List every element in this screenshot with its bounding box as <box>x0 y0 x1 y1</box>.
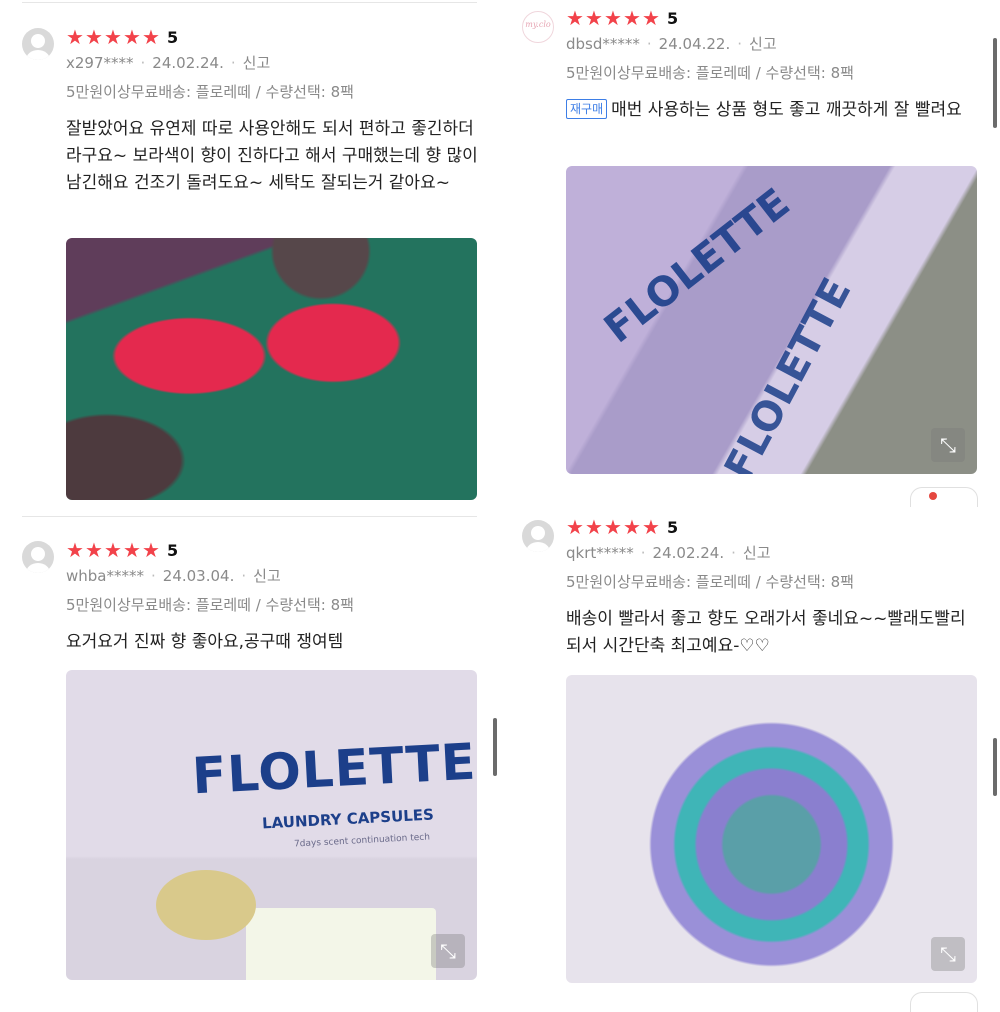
star-icon: ★ <box>66 25 84 49</box>
star-icon: ★ <box>142 538 160 562</box>
repurchase-badge: 재구매 <box>566 99 608 119</box>
star-icon: ★ <box>123 25 141 49</box>
rating-score: 5 <box>667 518 679 537</box>
product-brand: FLOLETTE <box>190 732 477 806</box>
product-brand: FLOLETTE <box>596 179 799 353</box>
expand-icon[interactable]: ⤡ <box>931 937 965 971</box>
review-text: 재구매 매번 사용하는 상품 형도 좋고 깨끗하게 잘 빨려요 <box>566 97 980 124</box>
star-rating: ★ ★ ★ ★ ★ 5 <box>566 6 679 30</box>
star-icon: ★ <box>604 515 622 539</box>
scrollbar[interactable] <box>993 38 997 128</box>
review-meta: qkrt***** · 24.02.24. · 신고 <box>566 544 771 562</box>
rating-score: 5 <box>167 28 179 47</box>
username: whba***** <box>66 567 144 585</box>
review-meta: whba***** · 24.03.04. · 신고 <box>66 567 281 585</box>
product-subtitle: LAUNDRY CAPSULES <box>261 805 435 833</box>
expand-icon[interactable]: ⤡ <box>931 428 965 462</box>
review-photo[interactable]: ⤡ <box>566 675 977 983</box>
review-photo[interactable] <box>66 238 477 500</box>
review-card: ★ ★ ★ ★ ★ 5 x297**** · 24.02.24. · 신고 5만원이상무… <box>22 25 478 508</box>
review-photo[interactable]: FLOLETTE FLOLETTE ⤡ <box>566 166 977 474</box>
scrollbar[interactable] <box>493 718 497 776</box>
review-date: 24.04.22. <box>658 35 731 53</box>
rating-score: 5 <box>667 9 679 28</box>
product-sticker <box>156 870 256 940</box>
star-icon: ★ <box>642 515 660 539</box>
username: qkrt***** <box>566 544 634 562</box>
rating-score: 5 <box>167 541 179 560</box>
avatar: my.clo <box>522 11 554 43</box>
purchase-option: 5만원이상무료배송: 플로레떼 / 수량선택: 8팩 <box>66 596 354 614</box>
avatar <box>522 520 554 552</box>
review-card: ★ ★ ★ ★ ★ 5 qkrt***** · 24.02.24. · 신고 5만원이상… <box>522 515 978 1012</box>
star-icon: ★ <box>142 25 160 49</box>
review-meta: dbsd***** · 24.04.22. · 신고 <box>566 35 777 53</box>
expand-icon[interactable]: ⤡ <box>431 934 465 968</box>
star-icon: ★ <box>85 538 103 562</box>
star-icon: ★ <box>104 25 122 49</box>
star-icon: ★ <box>566 6 584 30</box>
review-card: my.clo ★ ★ ★ ★ ★ 5 dbsd***** · 24.04.22. · 신… <box>522 6 978 507</box>
scrollbar[interactable] <box>993 738 997 796</box>
divider <box>22 2 477 3</box>
product-brand: FLOLETTE <box>716 270 861 474</box>
review-photo[interactable]: FLOLETTE LAUNDRY CAPSULES 7days scent co… <box>66 670 477 980</box>
purchase-option: 5만원이상무료배송: 플로레떼 / 수량선택: 8팩 <box>566 64 854 82</box>
avatar <box>22 541 54 573</box>
star-icon: ★ <box>623 515 641 539</box>
username: dbsd***** <box>566 35 640 53</box>
divider <box>22 516 477 517</box>
product-label <box>246 908 436 980</box>
review-date: 24.02.24. <box>152 54 224 72</box>
review-text: 배송이 빨라서 좋고 향도 오래가서 좋네요~~빨래도빨리되서 시간단축 최고예… <box>566 609 966 656</box>
star-icon: ★ <box>623 6 641 30</box>
product-tagline: 7days scent continuation tech <box>293 832 431 850</box>
star-rating: ★ ★ ★ ★ ★ 5 <box>66 25 179 49</box>
star-rating: ★ ★ ★ ★ ★ 5 <box>66 538 179 562</box>
review-date: 24.03.04. <box>162 567 235 585</box>
purchase-option: 5만원이상무료배송: 플로레떼 / 수량선택: 8팩 <box>66 83 354 101</box>
star-icon: ★ <box>642 6 660 30</box>
review-text: 잘받았어요 유연제 따로 사용안해도 되서 편하고 좋긴하더라구요~ 보라색이 … <box>66 119 478 193</box>
review-meta: x297**** · 24.02.24. · 신고 <box>66 54 271 72</box>
star-icon: ★ <box>566 515 584 539</box>
star-icon: ★ <box>585 6 603 30</box>
star-icon: ★ <box>85 25 103 49</box>
star-icon: ★ <box>66 538 84 562</box>
star-icon: ★ <box>604 6 622 30</box>
review-text: 요거요거 진짜 향 좋아요,공구때 쟁여템 <box>66 632 344 652</box>
report-link[interactable]: 신고 <box>749 35 777 53</box>
review-card: ★ ★ ★ ★ ★ 5 whba***** · 24.03.04. · 신고 5만원이상… <box>22 538 477 991</box>
report-link[interactable]: 신고 <box>253 567 281 585</box>
username: x297**** <box>66 54 134 72</box>
purchase-option: 5만원이상무료배송: 플로레떼 / 수량선택: 8팩 <box>566 573 854 591</box>
star-icon: ★ <box>104 538 122 562</box>
report-link[interactable]: 신고 <box>243 54 271 72</box>
star-rating: ★ ★ ★ ★ ★ 5 <box>566 515 679 539</box>
more-button[interactable] <box>910 487 978 507</box>
report-link[interactable]: 신고 <box>743 544 771 562</box>
review-date: 24.02.24. <box>652 544 725 562</box>
avatar <box>22 28 54 60</box>
star-icon: ★ <box>123 538 141 562</box>
star-icon: ★ <box>585 515 603 539</box>
more-button[interactable] <box>910 992 978 1012</box>
